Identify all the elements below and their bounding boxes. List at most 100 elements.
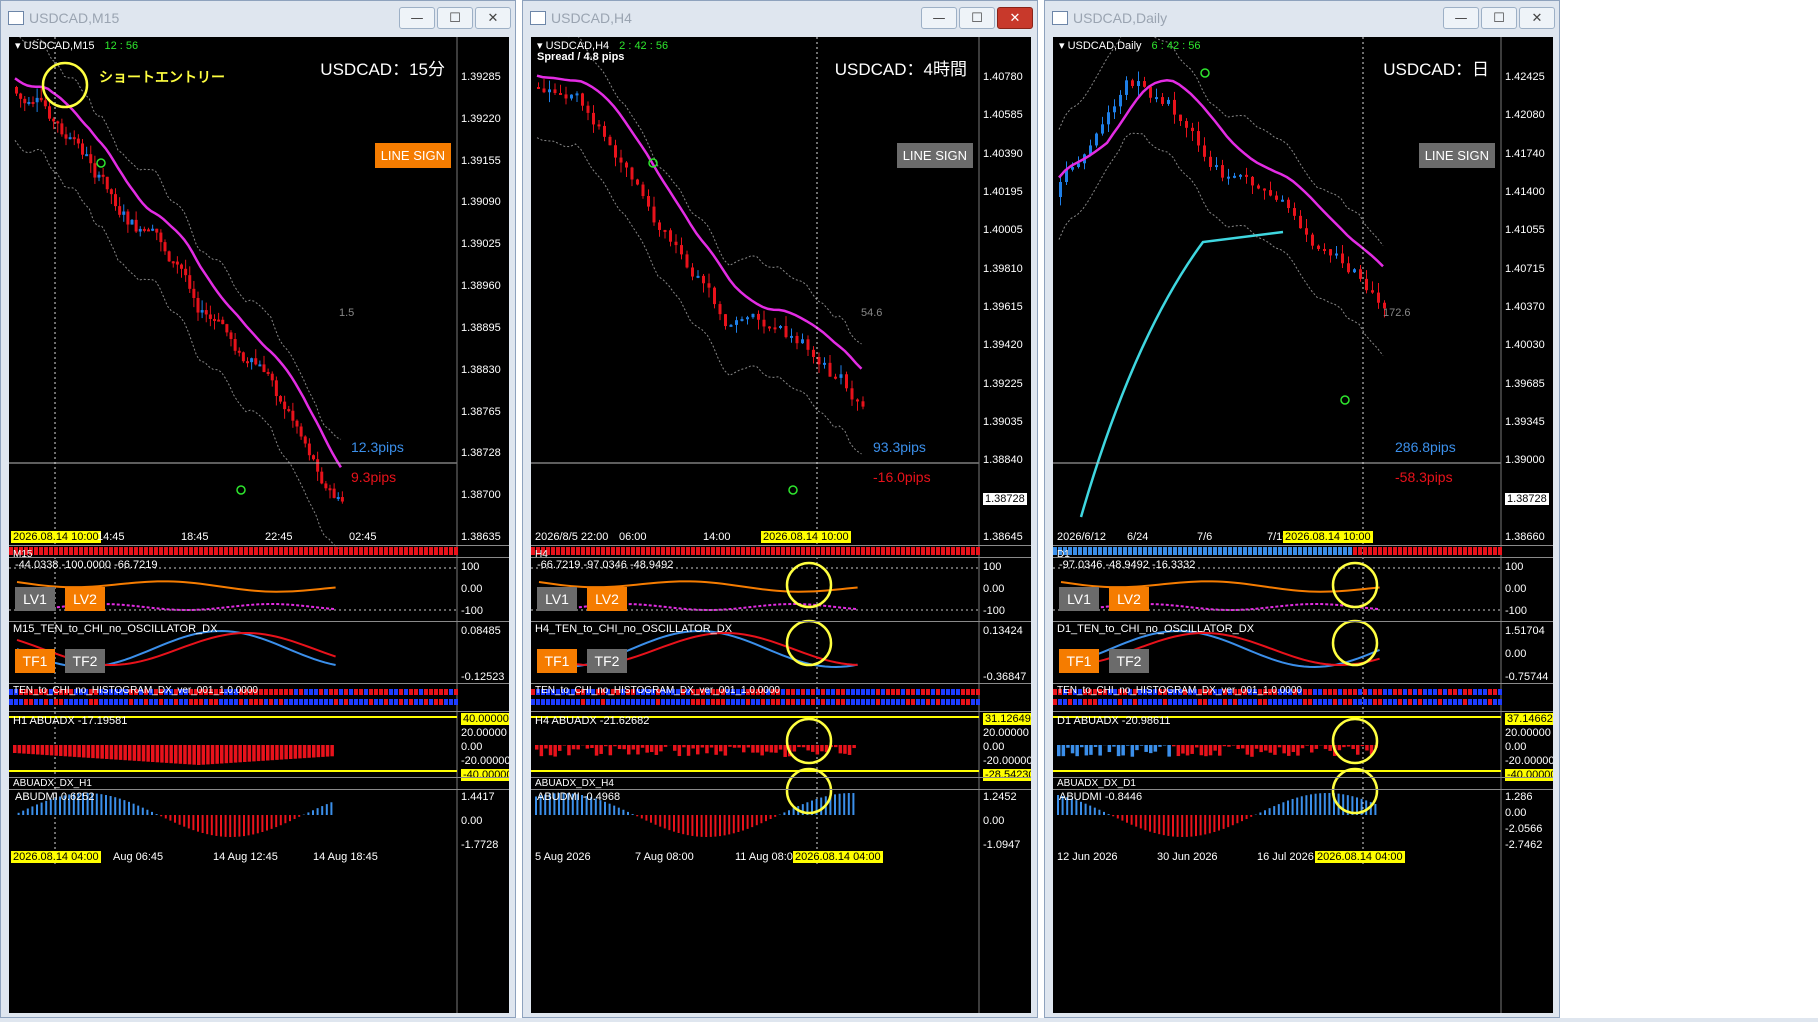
tf1-button[interactable]: TF1 [1059,649,1099,673]
chart-area[interactable]: ▾ USDCAD,H4 2 : 42 : 56 Spread / 4.8 pips… [531,37,1031,1013]
histogram-cell [1443,689,1447,695]
tf2-button[interactable]: TF2 [65,649,105,673]
trend-bar [359,547,363,555]
chart-window-icon [530,11,546,25]
maximize-button[interactable]: ☐ [437,7,473,29]
line-sign-button[interactable]: LINE SIGN [1418,143,1495,168]
histogram-cell [349,689,353,695]
window-titlebar[interactable]: USDCAD,M15 — ☐ ✕ [1,1,515,35]
minimize-button[interactable]: — [399,7,435,29]
dmi-bar [737,815,740,833]
dmi-bar [1222,815,1225,829]
tf1-button[interactable]: TF1 [537,649,577,673]
histogram-cell [1328,689,1332,695]
histogram-cell [294,689,298,695]
window-titlebar[interactable]: USDCAD,Daily — ☐ ✕ [1045,1,1559,35]
histogram-cell [199,699,203,705]
close-button[interactable]: ✕ [997,7,1033,29]
chart-window-m15[interactable]: USDCAD,M15 — ☐ ✕ ▾ USDCAD,M15 12 : 56 USD… [0,0,516,1018]
trend-bar [224,547,228,555]
close-button[interactable]: ✕ [475,7,511,29]
maximize-button[interactable]: ☐ [1481,7,1517,29]
candle-body [76,138,80,144]
candle-body [537,87,540,89]
moving-average-line [14,77,342,468]
dmi-bar [206,815,209,835]
time-axis-label: 2026/8/5 22:00 [535,531,609,543]
lv1-button[interactable]: LV1 [15,587,55,611]
histogram-cell [424,689,428,695]
trend-bar [966,547,970,555]
dmi-bar [128,801,130,815]
histogram-cell [941,689,945,695]
tf2-button[interactable]: TF2 [1109,649,1149,673]
adx-bar [1337,745,1342,751]
trend-bar [69,547,73,555]
adx-bar [751,745,755,753]
histogram-cell [439,699,443,705]
tf2-button[interactable]: TF2 [587,649,627,673]
lv2-button[interactable]: LV2 [587,587,627,611]
trend-bar [199,547,203,555]
candle-body [713,287,716,305]
price-chart-canvas[interactable] [531,37,1031,1013]
histogram-cell [39,699,43,705]
adx-bar [1112,745,1116,747]
adx-bar [1227,745,1231,747]
adx-bar [17,745,22,754]
histogram-cell [284,699,288,705]
indicator-axis-label: 0.00 [983,741,1005,753]
lv2-button[interactable]: LV2 [1109,587,1149,611]
histogram-cell [581,699,585,705]
trend-bar [274,547,278,555]
dmi-bar [709,815,712,837]
candle-body [542,88,546,93]
chart-area[interactable]: ▾ USDCAD,Daily 6 : 42 : 56 USDCAD：日 LINE … [1053,37,1553,1013]
lv1-button[interactable]: LV1 [537,587,577,611]
price-axis-label: 1.42425 [1505,71,1545,83]
bottom-axis-label: 12 Jun 2026 [1057,851,1118,863]
histogram-cell [761,699,765,705]
histogram-cell [1238,699,1242,705]
candle-body [839,374,843,378]
line-sign-button[interactable]: LINE SIGN [896,143,973,168]
histogram-cell [1193,699,1197,705]
price-chart-canvas[interactable] [1053,37,1553,1013]
close-button[interactable]: ✕ [1519,7,1555,29]
histogram-cell [439,689,443,695]
histogram-cell [1138,699,1142,705]
maximize-button[interactable]: ☐ [959,7,995,29]
candle-body [1095,133,1098,146]
window-titlebar[interactable]: USDCAD,H4 — ☐ ✕ [523,1,1037,35]
indicator-axis-label: -0.75744 [1505,671,1549,683]
histogram-cell [264,699,268,705]
trend-bar [856,547,860,555]
lv2-button[interactable]: LV2 [65,587,105,611]
minimize-button[interactable]: — [921,7,957,29]
lv1-button[interactable]: LV1 [1059,587,1099,611]
minimize-button[interactable]: — [1443,7,1479,29]
adx-bar [590,745,594,749]
price-chart-canvas[interactable] [9,37,509,1013]
line-sign-button[interactable]: LINE SIGN [374,143,451,168]
histogram-cell [871,689,875,695]
histogram-cell [1463,699,1467,705]
dmi-bar [604,801,606,815]
dmi-bar [788,810,790,815]
histogram-cell [329,689,333,695]
candle-body [735,320,738,325]
chart-window-daily[interactable]: USDCAD,Daily — ☐ ✕ ▾ USDCAD,Daily 6 : 42 … [1044,0,1560,1018]
chart-window-h4[interactable]: USDCAD,H4 — ☐ ✕ ▾ USDCAD,H4 2 : 42 : 56 S… [522,0,1038,1018]
window-title: USDCAD,H4 [551,10,632,26]
histogram-cell [1388,689,1392,695]
candle-body [138,228,142,232]
adx-bar [298,745,302,759]
candle-body [233,339,237,351]
histogram-cell [1478,699,1482,705]
dmi-bar [1305,795,1308,815]
adx-bar [31,745,35,755]
candle-body [56,121,60,124]
trend-bar [309,547,313,555]
tf1-button[interactable]: TF1 [15,649,55,673]
chart-area[interactable]: ▾ USDCAD,M15 12 : 56 USDCAD：15分 LINE SIGN… [9,37,509,1013]
